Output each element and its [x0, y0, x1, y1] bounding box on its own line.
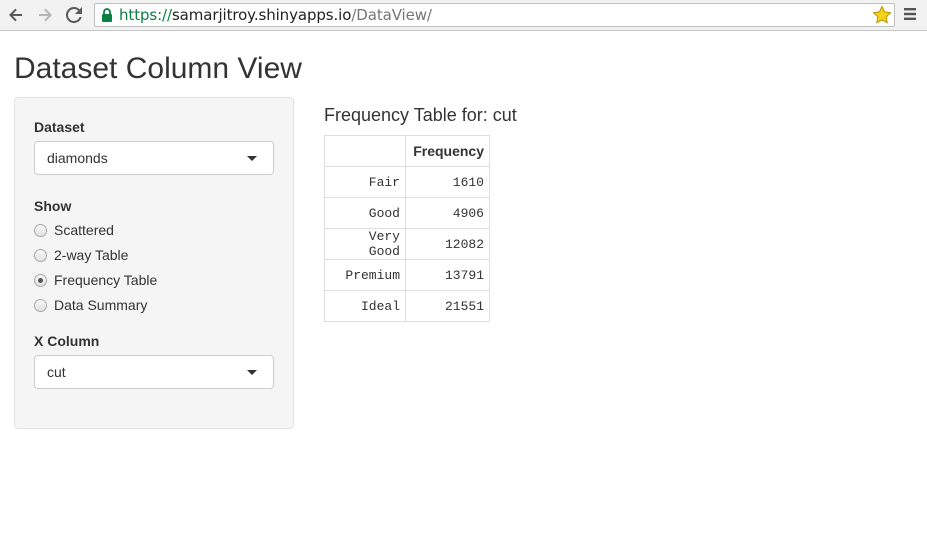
- radio-button[interactable]: [34, 223, 47, 237]
- row-label: Ideal: [324, 290, 406, 322]
- row-value: 13791: [405, 259, 490, 291]
- row-label: Good: [324, 197, 406, 229]
- sidebar-panel: Dataset diamonds Show Scattered 2-way Ta…: [14, 97, 294, 429]
- x-column-select[interactable]: cut: [34, 355, 274, 389]
- frequency-table: Frequency Fair 1610 Good 4906 Very Good …: [324, 135, 490, 322]
- radio-option-2way-table[interactable]: 2-way Table: [34, 245, 128, 265]
- row-label: Fair: [324, 166, 406, 198]
- radio-button[interactable]: [34, 248, 47, 262]
- url-host: samarjitroy.shinyapps.io: [171, 6, 352, 24]
- radio-label: Data Summary: [54, 296, 148, 313]
- page-title: Dataset Column View: [14, 52, 302, 85]
- chevron-down-icon: [247, 156, 257, 161]
- browser-toolbar: https://samarjitroy.shinyapps.io/DataVie…: [0, 0, 927, 31]
- dataset-select-value: diamonds: [47, 150, 108, 166]
- row-value: 4906: [405, 197, 490, 229]
- radio-option-frequency-table[interactable]: Frequency Table: [34, 270, 157, 290]
- table-row: Fair 1610: [324, 166, 490, 198]
- table-row: Good 4906: [324, 197, 490, 229]
- x-column-label: X Column: [34, 333, 100, 349]
- row-value: 1610: [405, 166, 490, 198]
- star-icon[interactable]: [872, 5, 892, 30]
- radio-button-checked[interactable]: [34, 273, 47, 287]
- row-value: 12082: [405, 228, 490, 260]
- url-path: /DataView/: [351, 6, 432, 24]
- menu-icon[interactable]: [903, 7, 917, 26]
- row-value: 21551: [405, 290, 490, 322]
- table-header-row: Frequency: [324, 135, 490, 167]
- radio-label: Frequency Table: [54, 271, 158, 288]
- table-row: Premium 13791: [324, 259, 490, 291]
- dataset-label: Dataset: [34, 119, 85, 135]
- lock-icon: [101, 8, 113, 27]
- show-label: Show: [34, 198, 72, 214]
- radio-label: Scattered: [54, 221, 114, 238]
- back-icon[interactable]: [5, 4, 27, 26]
- table-header-frequency: Frequency: [405, 135, 490, 167]
- address-bar[interactable]: https://samarjitroy.shinyapps.io/DataVie…: [94, 3, 895, 27]
- radio-option-data-summary[interactable]: Data Summary: [34, 295, 147, 315]
- url-scheme: https://: [119, 6, 172, 24]
- forward-icon[interactable]: [34, 4, 56, 26]
- radio-button[interactable]: [34, 298, 47, 312]
- row-label: Very Good: [324, 228, 406, 260]
- url-text: https://samarjitroy.shinyapps.io/DataVie…: [119, 7, 432, 24]
- table-row: Ideal 21551: [324, 290, 490, 322]
- dataset-select[interactable]: diamonds: [34, 141, 274, 175]
- output-title: Frequency Table for: cut: [324, 105, 517, 125]
- reload-icon[interactable]: [63, 4, 85, 26]
- x-column-select-value: cut: [47, 364, 66, 380]
- chevron-down-icon: [247, 370, 257, 375]
- row-label: Premium: [324, 259, 406, 291]
- table-header-cell: [324, 135, 406, 167]
- radio-label: 2-way Table: [54, 246, 129, 263]
- radio-option-scattered[interactable]: Scattered: [34, 220, 114, 240]
- table-row: Very Good 12082: [324, 228, 490, 260]
